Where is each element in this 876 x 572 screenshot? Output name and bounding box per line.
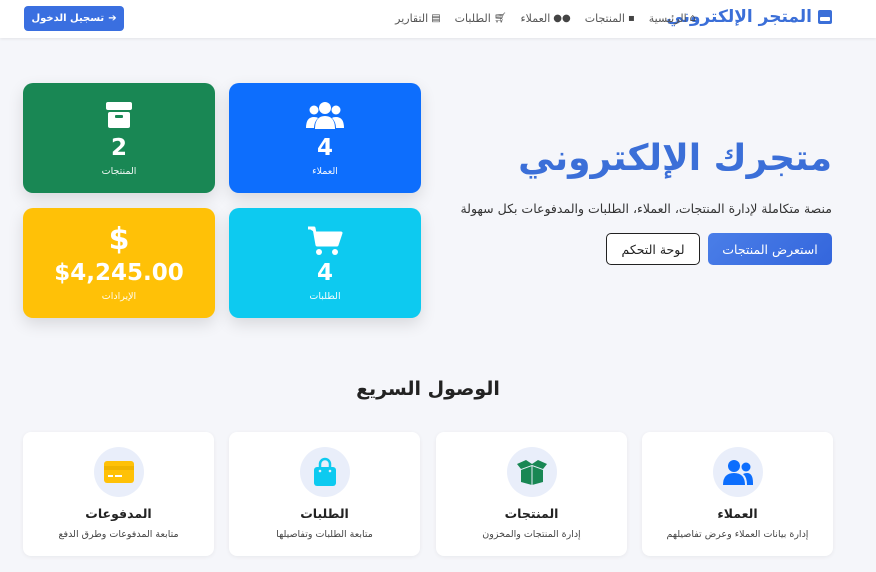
nav-link-label: المنتجات xyxy=(584,12,625,25)
browse-products-button[interactable]: استعرض المنتجات xyxy=(708,233,832,265)
cart-icon xyxy=(307,225,343,257)
nav-link-products[interactable]: ▪ المنتجات xyxy=(585,12,635,25)
quick-card-name: المنتجات xyxy=(504,506,559,521)
nav-links: ⌂ الرئيسية ▪ المنتجات ●● العملاء 🛒︎ الطل… xyxy=(395,12,696,25)
dashboard-button[interactable]: لوحة التحكم xyxy=(606,233,700,265)
quick-card-name: الطلبات xyxy=(300,506,349,521)
stat-card-revenue: $ $4,245.00 الإيرادات xyxy=(23,208,215,318)
hero-title: متجرك الإلكتروني xyxy=(518,138,832,179)
nav-link-customers[interactable]: ●● العملاء xyxy=(520,12,570,25)
box-open-icon xyxy=(506,447,557,497)
nav-link-orders[interactable]: 🛒︎ الطلبات xyxy=(455,12,507,25)
stat-value: 4 xyxy=(317,259,334,286)
shopping-bag-icon xyxy=(299,447,350,497)
stat-value: 2 xyxy=(111,134,128,161)
quick-card-customers[interactable]: العملاء إدارة بيانات العملاء وعرض تفاصيل… xyxy=(642,432,833,556)
stat-label: المنتجات xyxy=(101,165,137,177)
quick-card-desc: إدارة بيانات العملاء وعرض تفاصيلهم xyxy=(666,529,809,540)
users-icon xyxy=(306,100,344,132)
users-icon xyxy=(712,447,763,497)
quick-card-orders[interactable]: الطلبات متابعة الطلبات وتفاصيلها xyxy=(229,432,420,556)
nav-link-label: التقارير xyxy=(395,12,429,25)
stat-value: $4,245.00 xyxy=(54,259,184,286)
quick-access-title: الوصول السريع xyxy=(356,378,500,400)
hero-subtitle: منصة متكاملة لإدارة المنتجات، العملاء، ا… xyxy=(460,201,832,216)
nav-link-label: العملاء xyxy=(520,12,551,25)
quick-card-payments[interactable]: المدفوعات متابعة المدفوعات وطرق الدفع xyxy=(23,432,214,556)
login-button[interactable]: ➔ تسجيل الدخول xyxy=(24,6,124,31)
box-icon xyxy=(104,100,134,132)
stat-label: الإيرادات xyxy=(101,290,137,302)
nav-link-label: الرئيسية xyxy=(648,12,687,25)
nav-link-home[interactable]: ⌂ الرئيسية xyxy=(649,12,696,25)
stat-card-products: 2 المنتجات xyxy=(23,83,215,193)
home-icon: ⌂ xyxy=(689,13,696,24)
quick-card-products[interactable]: المنتجات إدارة المنتجات والمخزون xyxy=(436,432,627,556)
stat-label: الطلبات xyxy=(309,290,341,302)
stat-card-customers: 4 العملاء xyxy=(229,83,421,193)
stat-label: العملاء xyxy=(312,165,338,177)
quick-card-desc: متابعة الطلبات وتفاصيلها xyxy=(276,529,373,540)
quick-card-name: المدفوعات xyxy=(85,506,152,521)
navbar: المتجر الإلكتروني ⌂ الرئيسية ▪ المنتجات … xyxy=(0,0,876,38)
chart-icon: ▤ xyxy=(431,13,441,24)
quick-card-desc: متابعة المدفوعات وطرق الدفع xyxy=(58,529,179,540)
quick-card-name: العملاء xyxy=(717,506,758,521)
cart-icon: 🛒︎ xyxy=(493,13,507,24)
dollar-icon: $ xyxy=(108,221,130,257)
users-icon: ●● xyxy=(553,13,571,24)
quick-card-desc: إدارة المنتجات والمخزون xyxy=(482,529,581,540)
nav-link-reports[interactable]: ▤ التقارير xyxy=(395,12,441,25)
nav-link-label: الطلبات xyxy=(454,12,491,25)
box-icon: ▪ xyxy=(627,13,635,24)
login-label: تسجيل الدخول xyxy=(31,13,105,24)
credit-card-icon xyxy=(93,447,144,497)
stat-value: 4 xyxy=(317,134,334,161)
stat-card-orders: 4 الطلبات xyxy=(229,208,421,318)
sign-in-icon: ➔ xyxy=(108,13,117,24)
store-icon xyxy=(818,10,832,24)
